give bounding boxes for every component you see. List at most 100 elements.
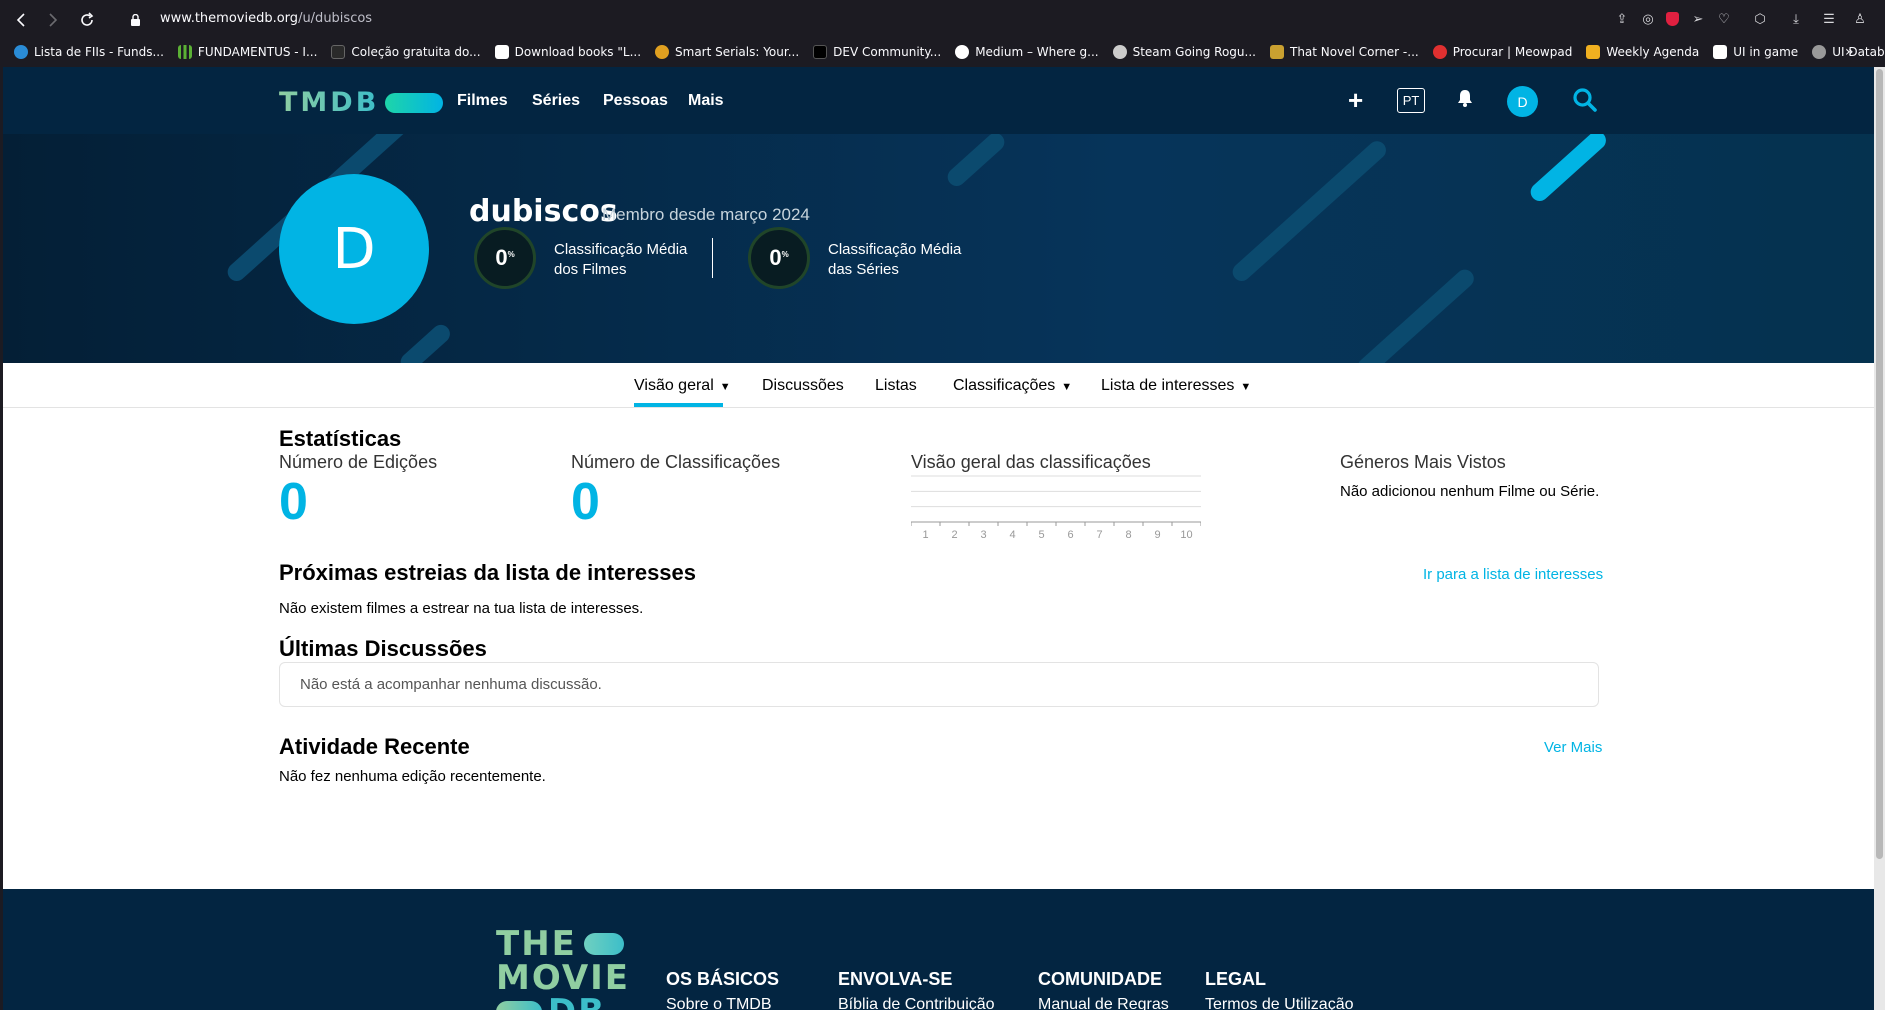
bookmark[interactable]: Weekly Agenda — [1586, 45, 1699, 59]
profile-username[interactable]: dubiscos — [469, 194, 618, 229]
movie-score-value: 0 — [495, 245, 508, 270]
dev-icon — [813, 45, 828, 59]
bookmark[interactable]: Coleção gratuita do... — [331, 45, 481, 59]
add-icon[interactable]: + — [1348, 87, 1363, 113]
share-icon[interactable]: ⇪ — [1613, 10, 1631, 28]
bookmark-icon — [655, 45, 670, 59]
logo-text: TMDB — [279, 87, 380, 118]
movie-score-label-line: Classificação Média — [554, 241, 688, 258]
back-icon[interactable] — [10, 9, 32, 31]
steam-icon — [1112, 45, 1127, 59]
bookmark-icon — [1269, 45, 1284, 59]
bookmark[interactable]: DEV Community... — [813, 45, 941, 59]
chart-tick-label: 7 — [1096, 529, 1102, 541]
movie-score-circle: 0% — [474, 227, 536, 289]
reload-icon[interactable] — [76, 9, 98, 31]
settings-icon[interactable]: ☰ — [1820, 10, 1838, 28]
url-bar: www.themoviedb.org/u/dubiscos ⇪ ◎ ➢ ♡ ⬡ … — [0, 0, 1885, 38]
bookmark[interactable]: Download books "L... — [494, 45, 641, 59]
forward-icon[interactable] — [42, 9, 64, 31]
tv-score-label: Classificação Média das Séries — [828, 240, 961, 280]
bookmark-label: UI Database — [1832, 45, 1885, 59]
profile-avatar: D — [279, 174, 429, 324]
upcoming-empty: Não existem filmes a estrear na tua list… — [279, 600, 644, 617]
search-icon[interactable] — [1572, 87, 1598, 113]
scrollbar-thumb[interactable] — [1876, 69, 1883, 859]
tab-overview[interactable]: Visão geral ▼ — [634, 377, 731, 395]
tab-ratings[interactable]: Classificações ▼ — [953, 377, 1072, 395]
page-scrollbar[interactable] — [1874, 67, 1885, 1010]
tmdb-logo[interactable]: TMDB — [279, 87, 444, 118]
edits-label: Número de Edições — [279, 452, 438, 472]
ratings-count-label: Número de Classificações — [571, 452, 781, 472]
footer-logo[interactable]: THE MOVIE DB — [496, 927, 628, 1010]
chart-grid — [911, 475, 1201, 523]
tab-lists[interactable]: Listas — [875, 377, 917, 395]
edits-value: 0 — [279, 473, 308, 531]
bookmark-icon — [494, 45, 509, 59]
footer-link[interactable]: Bíblia de Contribuição — [838, 996, 995, 1010]
bookmark-label: Steam Going Rogu... — [1132, 45, 1256, 59]
tv-score-label-line: Classificação Média — [828, 241, 962, 258]
box-icon[interactable]: ⬡ — [1751, 10, 1769, 28]
bookmark[interactable]: FUNDAMENTUS - I... — [177, 45, 317, 59]
bookmark[interactable]: Medium – Where g... — [955, 45, 1099, 59]
footer-link[interactable]: Manual de Regras — [1038, 996, 1169, 1010]
tab-watchlist[interactable]: Lista de interesses ▼ — [1101, 377, 1251, 395]
bookmark[interactable]: Lista de FIIs - Funds... — [14, 45, 164, 59]
bookmark-label: That Novel Corner -... — [1289, 45, 1419, 59]
tab-discussions[interactable]: Discussões — [762, 377, 844, 395]
bookmark[interactable]: That Novel Corner -... — [1269, 45, 1419, 59]
bookmark-label: Lista de FIIs - Funds... — [34, 45, 164, 59]
bookmark[interactable]: Steam Going Rogu... — [1112, 45, 1256, 59]
nav-pessoas[interactable]: Pessoas — [603, 92, 668, 110]
send-icon[interactable]: ➢ — [1689, 10, 1707, 28]
bookmark-icon — [331, 45, 346, 59]
footer-col-title: LEGAL — [1205, 969, 1266, 989]
chart-ticks: 1 2 3 4 5 6 7 8 9 10 — [911, 522, 1201, 541]
language-button[interactable]: PT — [1397, 88, 1425, 113]
heart-icon[interactable]: ♡ — [1715, 10, 1733, 28]
bookmark[interactable]: Smart Serials: Your... — [655, 45, 799, 59]
percent-sign: % — [507, 249, 515, 259]
movie-score-label: Classificação Média dos Filmes — [554, 240, 687, 280]
bookmark-icon — [14, 45, 28, 59]
shield-icon[interactable] — [1663, 10, 1681, 28]
decor-stripe — [1228, 137, 1390, 285]
footer-col-title: COMUNIDADE — [1038, 969, 1162, 989]
chart-tick-label: 9 — [1154, 529, 1160, 541]
activity-title: Atividade Recente — [279, 734, 470, 759]
main-content: Estatísticas Número de Edições 0 Número … — [3, 408, 1874, 889]
bookmark-icon — [1586, 45, 1601, 59]
nav-filmes[interactable]: Filmes — [457, 92, 508, 110]
see-more-link[interactable]: Ver Mais — [1544, 739, 1602, 756]
bell-icon[interactable] — [1457, 89, 1473, 112]
bookmark-label: Weekly Agenda — [1606, 45, 1700, 59]
download-icon[interactable]: ⤓ — [1787, 10, 1805, 28]
account-icon[interactable]: ♙ — [1851, 10, 1869, 28]
chart-tick-label: 10 — [1180, 529, 1192, 541]
active-tab-indicator — [634, 403, 723, 407]
camera-icon[interactable]: ◎ — [1639, 10, 1657, 28]
footer-link[interactable]: Sobre o TMDB — [666, 996, 772, 1010]
nav-mais[interactable]: Mais — [688, 92, 724, 110]
nav-series[interactable]: Séries — [532, 92, 580, 110]
movie-score-label-line: dos Filmes — [554, 261, 627, 278]
ratings-chart: 1 2 3 4 5 6 7 8 9 10 — [911, 475, 1201, 541]
bookmark-label: Procurar | Meowpad — [1452, 45, 1573, 59]
footer-link[interactable]: Termos de Utilização — [1205, 996, 1354, 1010]
bookmark-icon — [1713, 45, 1728, 59]
decor-stripe — [943, 134, 1009, 190]
go-to-watchlist-link[interactable]: Ir para a lista de interesses — [1423, 566, 1603, 583]
url-text[interactable]: www.themoviedb.org/u/dubiscos — [160, 11, 372, 26]
discussions-box: Não está a acompanhar nenhuma discussão. — [279, 662, 1599, 707]
user-avatar[interactable]: D — [1507, 86, 1538, 117]
bookmarks-overflow-icon[interactable]: » — [1845, 44, 1854, 60]
decor-stripe — [1526, 134, 1610, 205]
footer-logo-pill — [584, 933, 624, 955]
ratings-overview-label: Visão geral das classificações — [911, 452, 1151, 472]
bookmark[interactable]: Procurar | Meowpad — [1432, 45, 1573, 59]
profile-tabs: Visão geral ▼ Discussões Listas Classific… — [3, 363, 1874, 408]
bookmark[interactable]: UI in game — [1713, 45, 1798, 59]
discussions-title: Últimas Discussões — [279, 636, 487, 661]
